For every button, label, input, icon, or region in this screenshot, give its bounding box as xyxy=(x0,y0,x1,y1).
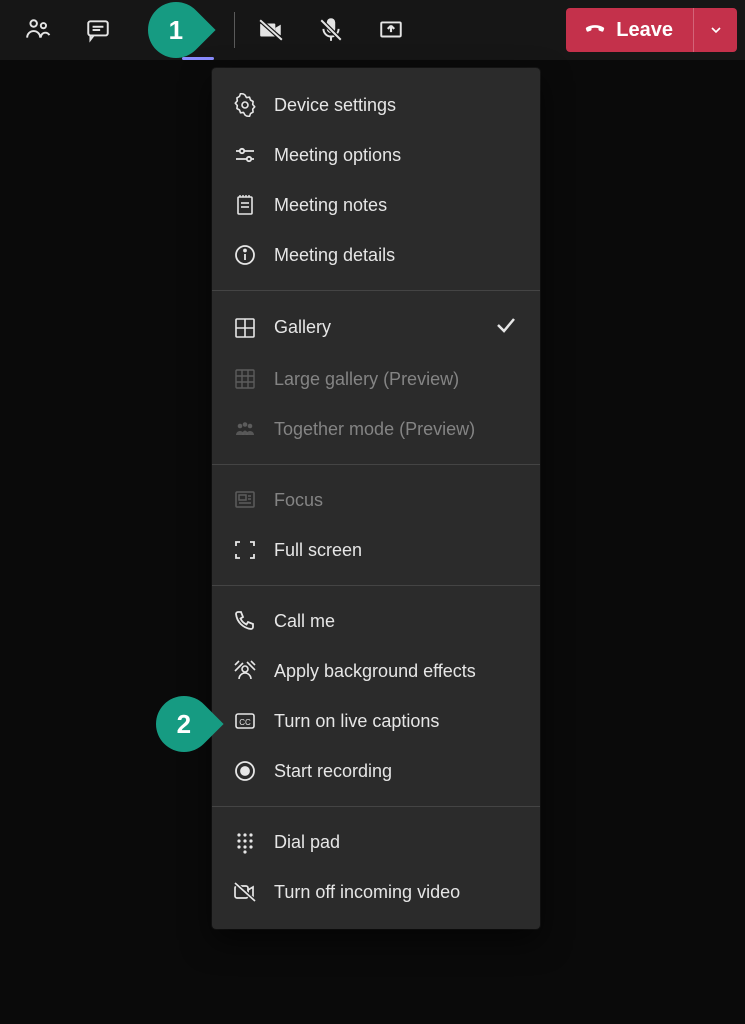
menu-label: Focus xyxy=(274,490,323,511)
cc-icon: CC xyxy=(232,708,258,734)
menu-label: Gallery xyxy=(274,317,331,338)
leave-options-button[interactable] xyxy=(693,8,737,52)
menu-separator xyxy=(212,290,540,291)
fullscreen-icon xyxy=(232,537,258,563)
menu-item-dial-pad[interactable]: Dial pad xyxy=(212,817,540,867)
menu-item-turn-off-incoming-video[interactable]: Turn off incoming video xyxy=(212,867,540,917)
hangup-icon xyxy=(584,16,606,44)
menu-label: Dial pad xyxy=(274,832,340,853)
chat-button[interactable] xyxy=(68,0,128,60)
menu-item-gallery[interactable]: Gallery xyxy=(212,301,540,354)
people-group-icon xyxy=(232,416,258,442)
menu-item-meeting-options[interactable]: Meeting options xyxy=(212,130,540,180)
menu-separator xyxy=(212,464,540,465)
check-icon xyxy=(494,313,518,342)
menu-item-full-screen[interactable]: Full screen xyxy=(212,525,540,575)
dialpad-icon xyxy=(232,829,258,855)
phone-icon xyxy=(232,608,258,634)
leave-button-group: Leave xyxy=(566,8,737,52)
menu-label: Meeting details xyxy=(274,245,395,266)
menu-item-meeting-notes[interactable]: Meeting notes xyxy=(212,180,540,230)
menu-item-device-settings[interactable]: Device settings xyxy=(212,80,540,130)
participants-button[interactable] xyxy=(8,0,68,60)
menu-label: Device settings xyxy=(274,95,396,116)
menu-label: Full screen xyxy=(274,540,362,561)
leave-button[interactable]: Leave xyxy=(566,8,693,52)
notes-icon xyxy=(232,192,258,218)
menu-item-focus: Focus xyxy=(212,475,540,525)
more-actions-menu: Device settings Meeting options Meeting … xyxy=(212,68,540,929)
menu-separator xyxy=(212,585,540,586)
camera-button[interactable] xyxy=(241,0,301,60)
sliders-icon xyxy=(232,142,258,168)
menu-item-start-recording[interactable]: Start recording xyxy=(212,746,540,796)
menu-label: Large gallery (Preview) xyxy=(274,369,459,390)
share-button[interactable] xyxy=(361,0,421,60)
menu-label: Apply background effects xyxy=(274,661,476,682)
grid-2x2-icon xyxy=(232,315,258,341)
toolbar-divider xyxy=(234,12,235,48)
info-icon xyxy=(232,242,258,268)
meeting-toolbar: Leave xyxy=(0,0,745,60)
menu-label: Together mode (Preview) xyxy=(274,419,475,440)
menu-separator xyxy=(212,806,540,807)
mic-button[interactable] xyxy=(301,0,361,60)
menu-label: Call me xyxy=(274,611,335,632)
gear-icon xyxy=(232,92,258,118)
menu-item-large-gallery: Large gallery (Preview) xyxy=(212,354,540,404)
record-icon xyxy=(232,758,258,784)
menu-label: Turn off incoming video xyxy=(274,882,460,903)
menu-item-call-me[interactable]: Call me xyxy=(212,596,540,646)
menu-item-apply-background-effects[interactable]: Apply background effects xyxy=(212,646,540,696)
menu-label: Start recording xyxy=(274,761,392,782)
grid-3x3-icon xyxy=(232,366,258,392)
menu-label: Turn on live captions xyxy=(274,711,439,732)
leave-label: Leave xyxy=(616,19,673,42)
menu-item-together-mode: Together mode (Preview) xyxy=(212,404,540,454)
menu-item-meeting-details[interactable]: Meeting details xyxy=(212,230,540,280)
svg-text:CC: CC xyxy=(239,718,251,727)
focus-icon xyxy=(232,487,258,513)
video-off-icon xyxy=(232,879,258,905)
menu-label: Meeting notes xyxy=(274,195,387,216)
menu-item-live-captions[interactable]: CC Turn on live captions xyxy=(212,696,540,746)
menu-label: Meeting options xyxy=(274,145,401,166)
background-effects-icon xyxy=(232,658,258,684)
